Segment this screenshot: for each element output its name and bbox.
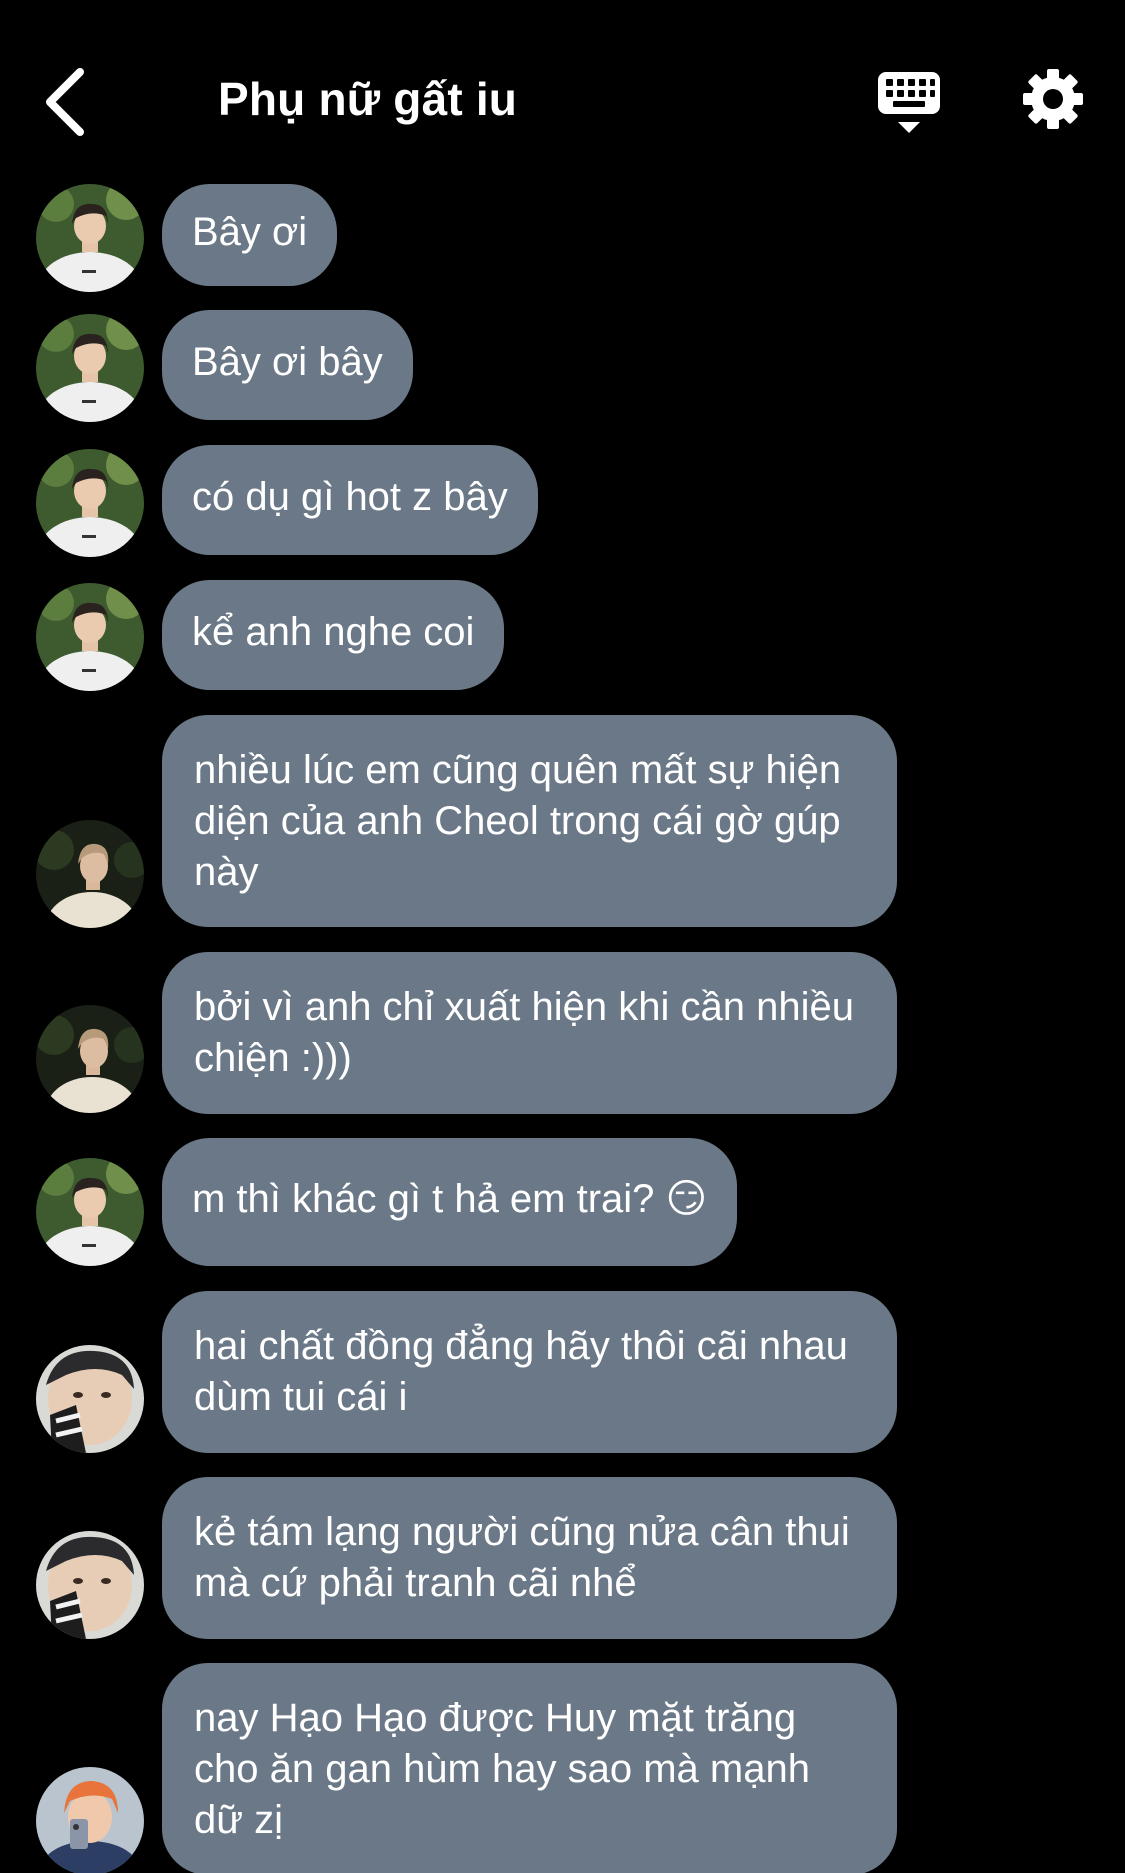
message-bubble[interactable]: hai chất đồng đẳng hãy thôi cãi nhau dùm… [162, 1291, 897, 1453]
settings-button[interactable] [1022, 68, 1084, 130]
message-bubble[interactable]: Bây ơi [162, 184, 338, 286]
keyboard-hide-button[interactable] [876, 70, 942, 136]
message-bubble[interactable]: Bây ơi bây [162, 310, 413, 420]
message-bubble[interactable]: bởi vì anh chỉ xuất hiện khi cần nhiều c… [162, 952, 897, 1114]
chat-header: Phụ nữ gất iu [0, 0, 1125, 190]
message-bubble[interactable]: kể anh nghe coi [162, 580, 505, 690]
avatar[interactable] [36, 314, 144, 422]
avatar[interactable] [36, 1158, 144, 1266]
keyboard-hide-icon [878, 72, 940, 133]
message-bubble[interactable]: nhiều lúc em cũng quên mất sự hiện diện … [162, 715, 897, 927]
chevron-left-icon [46, 68, 84, 136]
avatar[interactable] [36, 583, 144, 691]
back-button[interactable] [40, 62, 100, 142]
message-bubble[interactable]: nay Hạo Hạo được Huy mặt trăng cho ăn ga… [162, 1663, 897, 1873]
message-bubble[interactable]: kẻ tám lạng người cũng nửa cân thui mà c… [162, 1477, 897, 1639]
chat-screen: Phụ nữ gất iu Bây ơi Bây ơi bây có dụ gì… [0, 0, 1125, 1873]
message-bubble[interactable]: m thì khác gì t hả em trai? 😏 [162, 1138, 738, 1266]
avatar[interactable] [36, 184, 144, 292]
avatar[interactable] [36, 1531, 144, 1639]
message-bubble[interactable]: có dụ gì hot z bây [162, 445, 538, 555]
gear-icon [1023, 69, 1083, 129]
avatar[interactable] [36, 1767, 144, 1873]
avatar[interactable] [36, 1345, 144, 1453]
avatar[interactable] [36, 1005, 144, 1113]
avatar[interactable] [36, 820, 144, 928]
avatar[interactable] [36, 449, 144, 557]
chat-title: Phụ nữ gất iu [218, 73, 518, 125]
